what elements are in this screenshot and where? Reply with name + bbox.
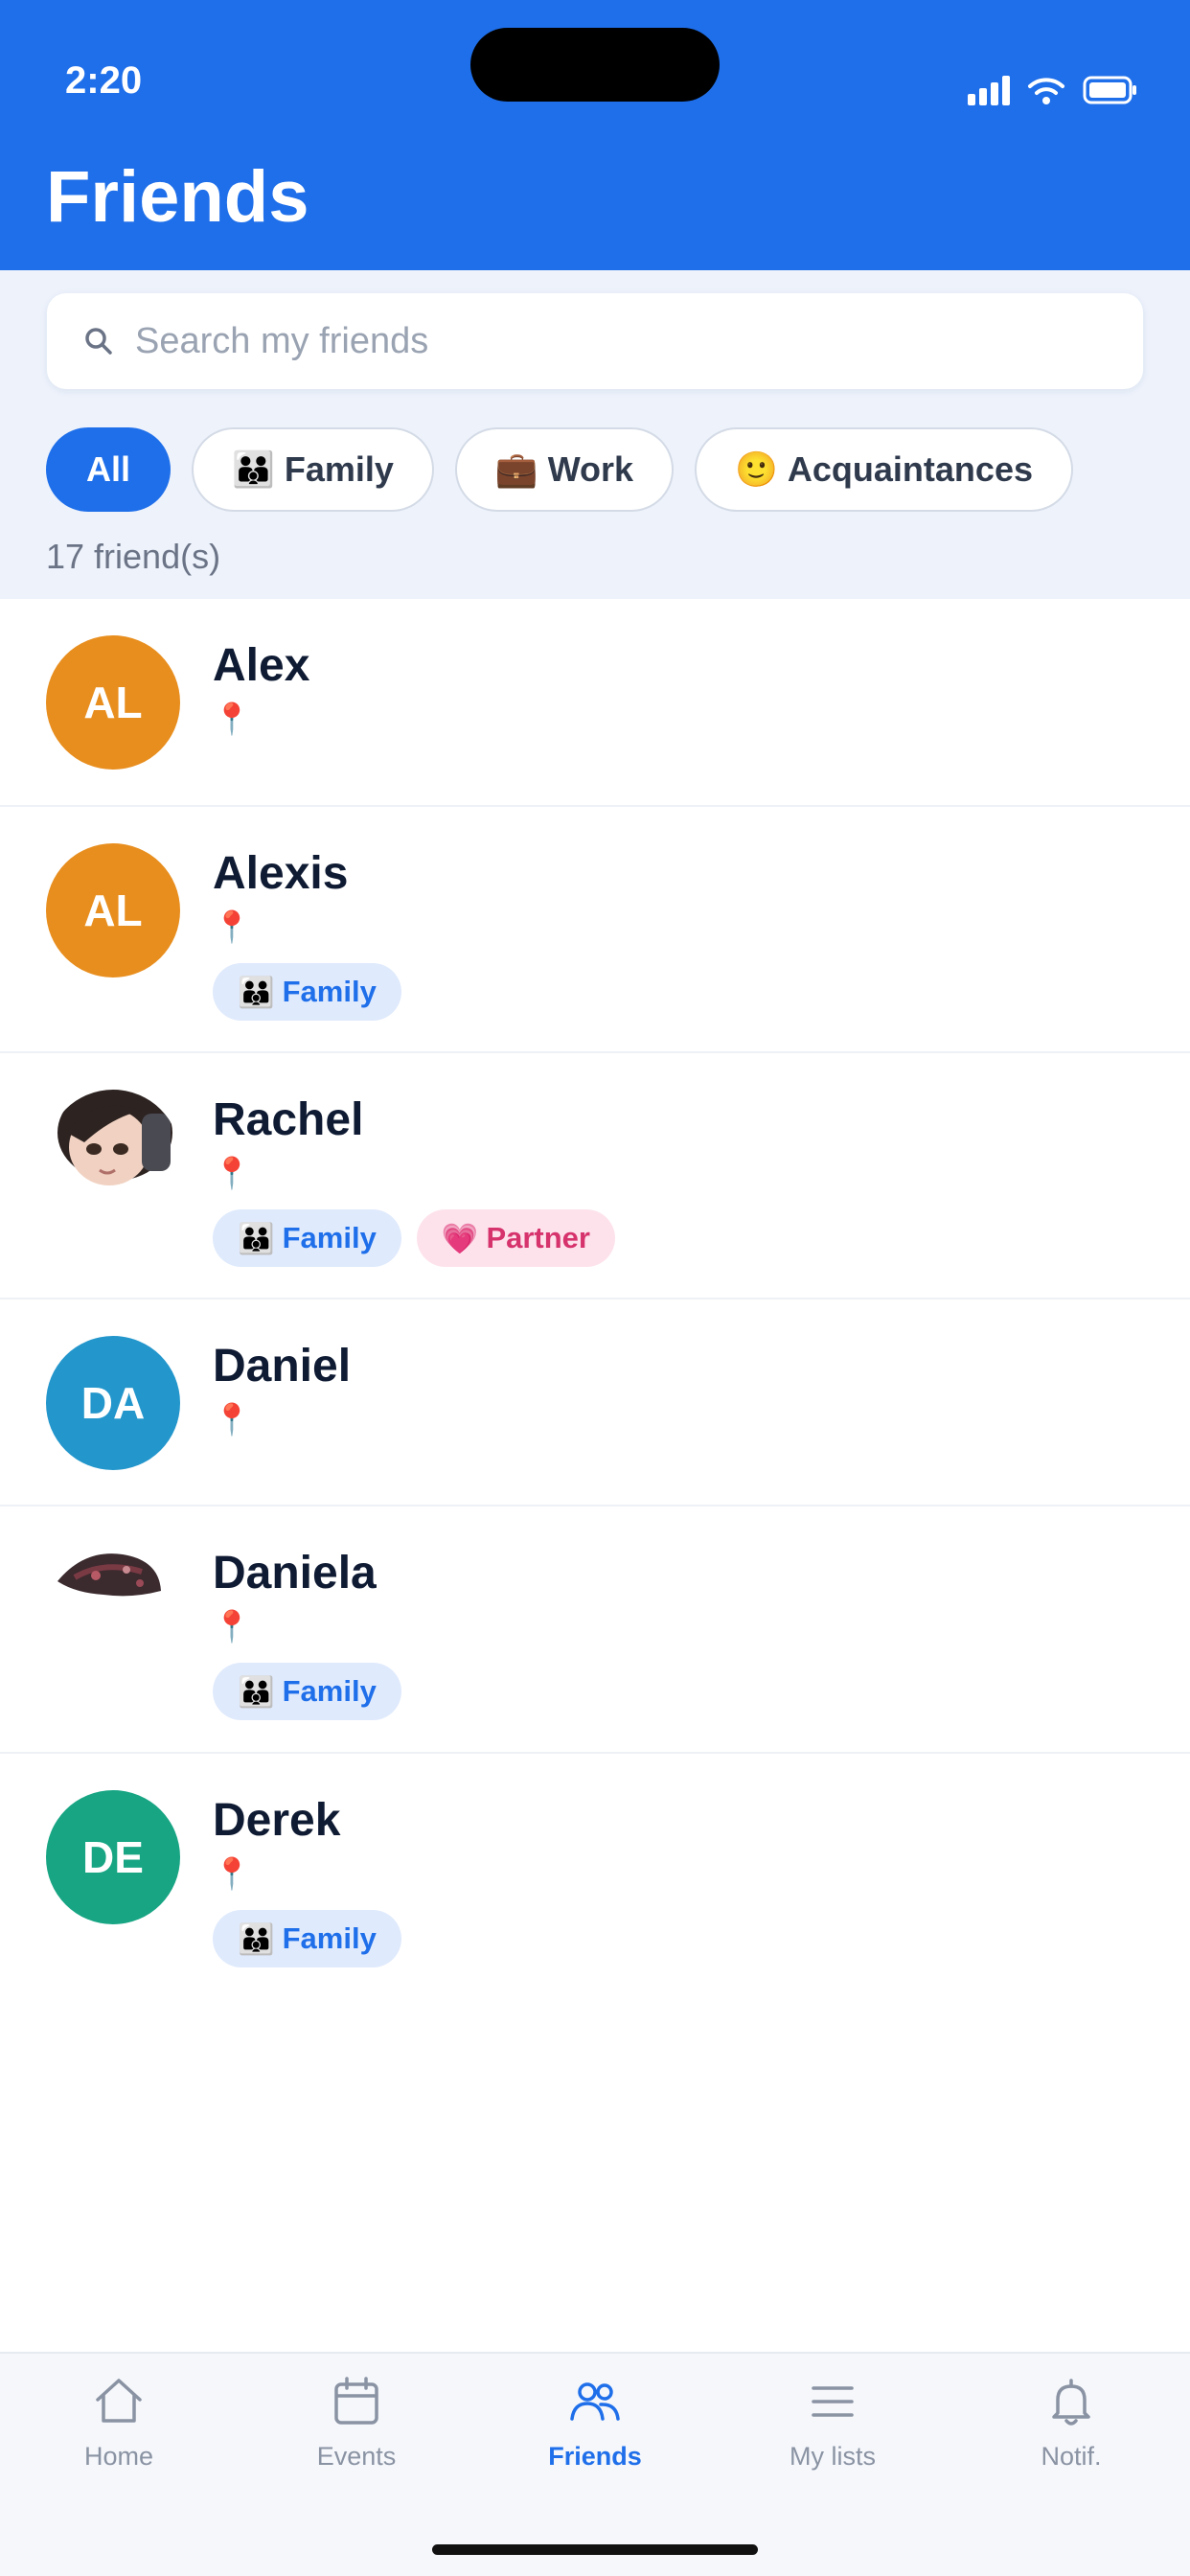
family-icon: 👪 [238,1221,275,1255]
location-pin-icon: 📍 [213,1609,251,1644]
family-icon: 👪 [238,1674,275,1709]
location-pin-icon: 📍 [213,702,251,736]
bell-icon [1052,2379,1090,2426]
friend-tags: 👪 Family 💗 Partner [213,1209,615,1267]
signal-icon [968,76,1010,105]
filter-chip-work[interactable]: 💼 Work [454,427,675,512]
app-header: 2:20 Friends [0,0,1190,270]
page-title: Friends [46,156,309,238]
tag-label: Family [282,975,377,1008]
avatar-initials: AL [83,678,143,727]
nav-my-lists[interactable]: My lists [714,2375,951,2472]
friend-name: Alexis [213,848,349,899]
location-pin-icon: 📍 [213,1156,251,1190]
friend-count: 17 friend(s) [46,537,221,576]
tag-family: 👪 Family [213,963,401,1021]
avatar-photo [46,1543,180,1677]
friend-row[interactable]: AL Alex 📍 [0,599,1190,807]
friend-row[interactable]: Daniela 📍 👪 Family [0,1506,1190,1754]
people-icon [570,2382,620,2421]
friend-tags: 👪 Family [213,1663,401,1720]
filter-chip-family[interactable]: 👪 Family [192,427,434,512]
smiley-icon: 🙂 [735,449,778,489]
filter-area: All 👪 Family 💼 Work 🙂 Acquaintances 17 f… [0,270,1190,599]
avatar-initials: AL [83,886,143,935]
friend-row[interactable]: Rachel 📍 👪 Family 💗 Partner [0,1053,1190,1300]
filter-chip-label: Acquaintances [787,449,1033,489]
avatar: AL [46,843,180,978]
friend-row[interactable]: AL Alexis 📍 👪 Family [0,807,1190,1053]
friend-tags: 👪 Family [213,963,401,1021]
friend-row[interactable]: DE Derek 📍 👪 Family [0,1754,1190,2001]
tag-family: 👪 Family [213,1209,401,1267]
search-icon [85,328,112,355]
nav-label: Friends [548,2442,642,2471]
tag-label: Partner [486,1221,590,1254]
avatar-initials: DA [80,1378,146,1428]
bottom-nav: Home Events Friends My lists Notif. [0,2352,1190,2576]
dynamic-island [470,28,720,102]
tag-label: Family [282,1674,377,1708]
location-pin-icon: 📍 [213,909,251,944]
search-input[interactable] [135,320,1093,362]
family-icon: 👪 [238,1921,275,1956]
calendar-icon [334,2377,378,2425]
friends-list: AL Alex 📍 AL Alexis 📍 👪 Family Rachel 📍 … [0,599,1190,2001]
filter-chip-label: All [86,449,131,489]
friend-name: Alex [213,640,310,691]
nav-events[interactable]: Events [238,2375,475,2472]
friend-name: Rachel [213,1094,364,1145]
avatar-photo-image [57,1090,172,1185]
avatar-photo [46,1090,180,1224]
friend-tags: 👪 Family [213,1910,401,1967]
nav-home[interactable]: Home [0,2375,238,2472]
heart-icon: 💗 [441,1221,479,1255]
tag-label: Family [282,1921,377,1955]
wifi-icon [1028,78,1064,104]
battery-icon [1083,76,1136,104]
nav-friends[interactable]: Friends [476,2375,714,2472]
location-pin-icon: 📍 [213,1856,251,1891]
family-icon: 👪 [232,449,275,489]
nav-label: Events [316,2442,397,2471]
filter-chip-label: Work [547,449,634,489]
nav-notifications[interactable]: Notif. [952,2375,1190,2472]
tag-family: 👪 Family [213,1663,401,1720]
status-icons [968,75,1138,105]
nav-label: Notif. [1041,2442,1102,2471]
filter-chips: All 👪 Family 💼 Work 🙂 Acquaintances [46,427,1073,512]
nav-label: Home [83,2442,154,2471]
tag-partner: 💗 Partner [416,1209,615,1267]
briefcase-icon: 💼 [494,449,538,489]
friend-name: Derek [213,1795,341,1846]
avatar: DA [46,1336,180,1470]
friend-name: Daniela [213,1548,377,1598]
tag-family: 👪 Family [213,1910,401,1967]
location-pin-icon: 📍 [213,1402,251,1437]
nav-label: My lists [790,2442,876,2471]
home-indicator [432,2544,758,2555]
list-icon [812,2386,854,2417]
avatar-photo-image [57,1553,161,1597]
friend-row[interactable]: DA Daniel 📍 [0,1300,1190,1506]
friend-name: Daniel [213,1341,352,1392]
avatar: AL [46,635,180,770]
filter-chip-label: Family [284,449,394,489]
home-icon [96,2379,142,2423]
family-icon: 👪 [238,975,275,1009]
tag-label: Family [282,1221,377,1254]
search-bar[interactable] [47,293,1143,389]
status-time: 2:20 [65,59,143,102]
avatar-initials: DE [82,1832,144,1882]
filter-chip-all[interactable]: All [46,427,172,512]
avatar: DE [46,1790,180,1924]
filter-chip-acquaintances[interactable]: 🙂 Acquaintances [695,427,1073,512]
